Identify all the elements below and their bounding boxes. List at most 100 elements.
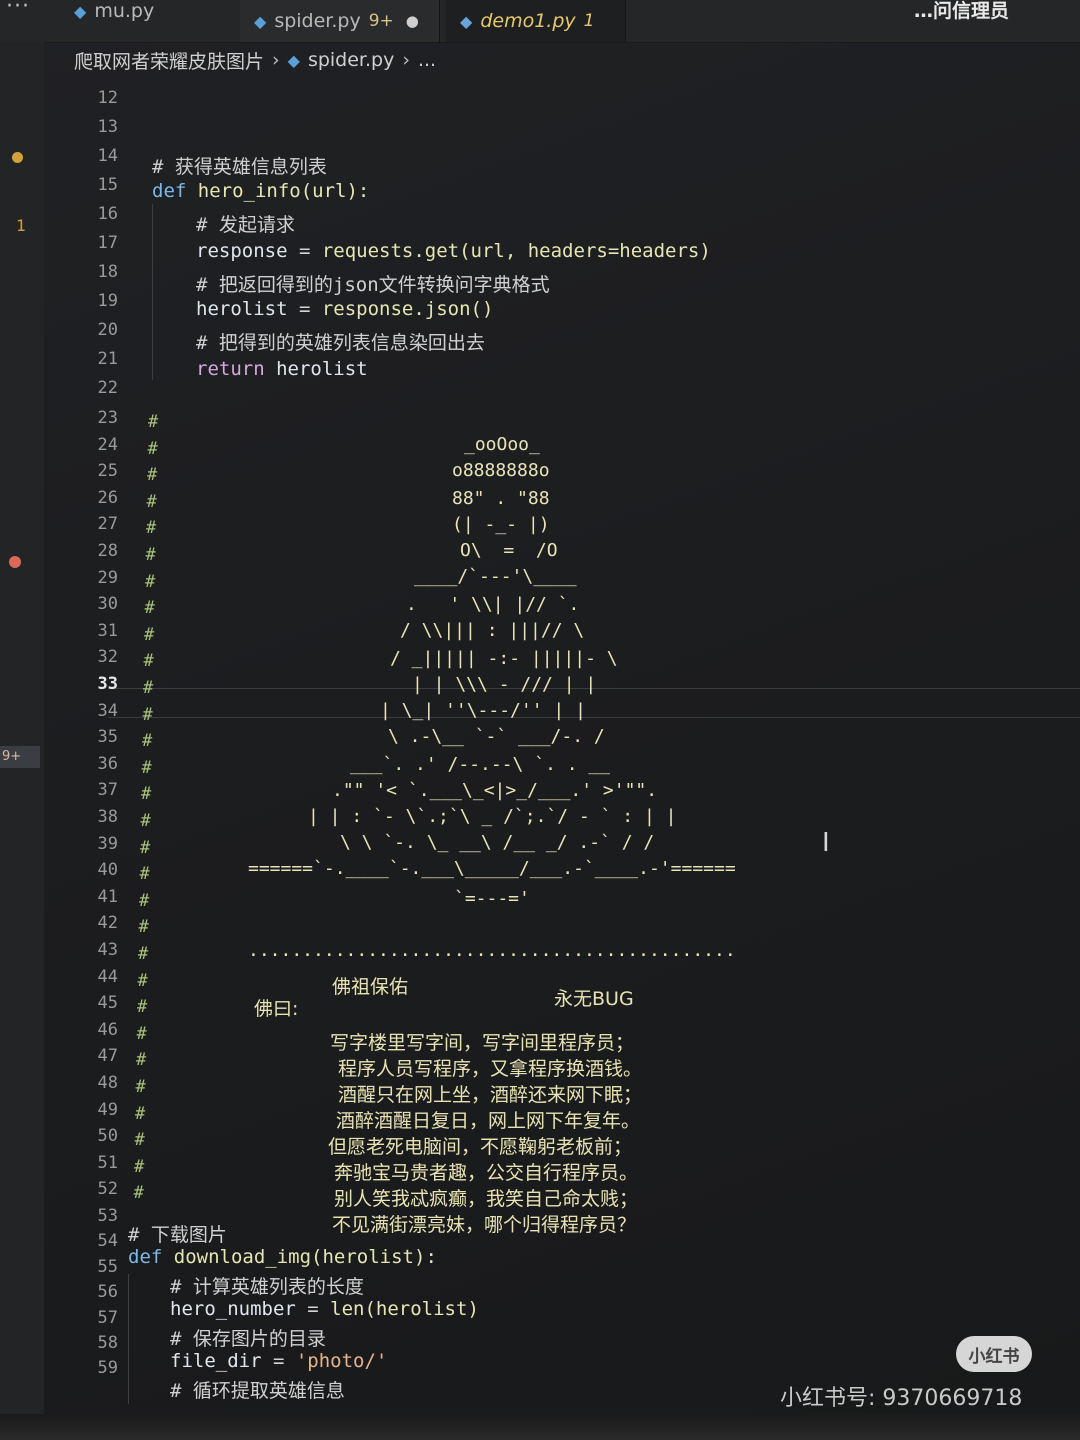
operator: = bbox=[287, 298, 322, 320]
variable: herolist bbox=[196, 298, 288, 320]
comment: # 循环提取英雄信息 bbox=[170, 1380, 345, 1402]
ascii-art-line: ."" '< `.___\_<|>_/___.' >'"". bbox=[332, 780, 658, 801]
tab-spider-py[interactable]: ◆ spider.py 9+ ● bbox=[240, 0, 440, 42]
blessing-text: 佛祖保佑 bbox=[332, 976, 409, 998]
ascii-art-line: | \_| ''\---/'' | | bbox=[380, 700, 586, 721]
ascii-art-line: O\ = /O bbox=[460, 540, 558, 561]
comment-hash: # bbox=[137, 997, 148, 1018]
comment: # 保存图片的目录 bbox=[170, 1328, 326, 1350]
chevron-right-icon: › bbox=[272, 49, 280, 71]
modified-dot-icon bbox=[12, 152, 23, 163]
call-expression: len(herolist) bbox=[330, 1298, 479, 1320]
function-def-line: def hero_info(url): bbox=[152, 180, 369, 202]
comment: # 下载图片 bbox=[128, 1224, 227, 1246]
comment-hash: # bbox=[144, 598, 155, 619]
poem-line: 写字楼里写字间，写字间里程序员； bbox=[330, 1032, 635, 1054]
comment-hash: # bbox=[134, 1130, 145, 1151]
keyword: def bbox=[152, 180, 187, 202]
comment-hash: # bbox=[140, 837, 151, 858]
return-line: return herolist bbox=[196, 358, 368, 380]
comment-hash: # bbox=[141, 757, 152, 778]
comment-hash: # bbox=[144, 624, 155, 645]
poem-line: 程序人员写程序，又拿程序换酒钱。 bbox=[338, 1058, 643, 1080]
breadcrumb-symbol[interactable]: ... bbox=[418, 49, 436, 71]
indent-guide bbox=[152, 204, 153, 380]
ascii-art-line: . ' \\| |// `. bbox=[406, 594, 580, 615]
poem-line: 奔驰宝马贵者趣，公交自行程序员。 bbox=[334, 1162, 639, 1184]
comment: # 把返回得到的json文件转换问字典格式 bbox=[196, 274, 550, 296]
comment-hash: # bbox=[136, 1023, 147, 1044]
comment-hash: # bbox=[146, 518, 157, 539]
ascii-art-line: | | : `- \`.;`\ _ /`;.`/ - ` : | | bbox=[308, 806, 677, 827]
chevron-right-icon: › bbox=[402, 49, 410, 71]
comment-hash: # bbox=[145, 545, 156, 565]
comment: # 把得到的英雄列表信息染回出去 bbox=[196, 332, 485, 354]
ascii-art-line: 88" . "88 bbox=[452, 488, 550, 509]
function-def-line: def download_img(herolist): bbox=[128, 1246, 437, 1268]
string-literal: 'photo/' bbox=[295, 1350, 388, 1372]
keyword: def bbox=[128, 1246, 163, 1268]
unsaved-dot-icon[interactable]: ● bbox=[406, 12, 419, 30]
buddha-says-text: 佛曰: bbox=[254, 998, 299, 1020]
comment-hash: # bbox=[137, 970, 148, 991]
comment-hash: # bbox=[145, 571, 156, 592]
poem-line: 酒醒只在网上坐，酒醉还来网下眠； bbox=[338, 1084, 643, 1106]
ascii-art-line: ........................................… bbox=[248, 940, 736, 961]
call-expression: requests.get(url, headers=headers) bbox=[321, 240, 711, 262]
screen-bottom-edge bbox=[0, 1414, 1080, 1440]
indent-guide bbox=[128, 1274, 129, 1404]
tab-label: demo1.py bbox=[480, 10, 576, 32]
code-line: herolist = response.json() bbox=[196, 298, 493, 320]
comment-hash: # bbox=[141, 784, 152, 805]
ascii-art-line: ____/`---'\____ bbox=[414, 566, 577, 587]
ascii-art-line: / \\||| : |||// \ bbox=[400, 620, 585, 641]
comment: # 发起请求 bbox=[196, 214, 295, 236]
tab-demo1-py[interactable]: ◆ demo1.py 1 bbox=[446, 0, 626, 42]
ascii-art-line: (| -_- |) bbox=[452, 514, 550, 535]
code-line: response = requests.get(url, headers=hea… bbox=[196, 240, 711, 262]
warning-count: 1 bbox=[16, 216, 26, 235]
function-signature: download_img(herolist): bbox=[173, 1246, 437, 1268]
screen: ··· ◆ mu.py ◆ spider.py 9+ ● ◆ demo1.py … bbox=[0, 0, 1080, 1440]
comment-hash: # bbox=[142, 704, 153, 725]
ascii-art-line: ___`. .' /--.--\ `. . __ bbox=[350, 754, 611, 775]
operator: = bbox=[287, 240, 322, 262]
variable: herolist bbox=[276, 358, 368, 380]
comment-hash: # bbox=[135, 1103, 146, 1124]
comment-hash: # bbox=[138, 944, 149, 964]
code-editor[interactable]: 12 13 14 15 16 17 18 19 20 21 22 23 24 25 26 27 28 29 30 31… bbox=[44, 76, 1080, 1440]
breadcrumb-folder[interactable]: 爬取网者荣耀皮肤图片 bbox=[74, 47, 264, 74]
ascii-art-line: ======`-.____`-.___\_____/___.-`____.-'=… bbox=[248, 858, 736, 879]
tab-label: …问信理员 bbox=[914, 0, 1010, 22]
code-area[interactable]: # 获得英雄信息列表 def hero_info(url): # 发起请求 re… bbox=[44, 76, 1080, 1440]
function-signature: hero_info(url): bbox=[197, 180, 370, 202]
comment-hash: # bbox=[140, 811, 151, 831]
ascii-art-line: _ooOoo_ bbox=[464, 434, 540, 455]
problem-count-badge: 9+ bbox=[368, 11, 394, 31]
tab-truncated[interactable]: …问信理员 bbox=[900, 0, 1080, 30]
poem-line: 不见满街漂亮妹，哪个归得程序员？ bbox=[332, 1214, 637, 1236]
comment-hash: # bbox=[148, 412, 159, 432]
activity-bar: 1 9+ bbox=[0, 42, 44, 1440]
ascii-art-line: `=---=' bbox=[454, 888, 530, 909]
comment-hash: # bbox=[136, 1050, 147, 1071]
code-line: hero_number = len(herolist) bbox=[170, 1298, 479, 1320]
variable: hero_number bbox=[170, 1298, 296, 1320]
ascii-art-line: \ \ `-. \_ __\ /__ _/ .-` / / bbox=[340, 832, 655, 853]
problems-badge[interactable]: 9+ bbox=[0, 746, 40, 768]
comment-hash: # bbox=[143, 678, 154, 698]
call-expression: response.json() bbox=[321, 298, 494, 320]
python-file-icon: ◆ bbox=[460, 11, 473, 31]
text-cursor-icon: I bbox=[822, 828, 830, 858]
code-line: file_dir = 'photo/' bbox=[170, 1350, 387, 1372]
breadcrumb-file[interactable]: spider.py bbox=[308, 49, 394, 71]
comment-hash: # bbox=[142, 731, 153, 752]
comment-hash: # bbox=[147, 438, 158, 459]
comment-hash: # bbox=[133, 1183, 144, 1204]
python-file-icon: ◆ bbox=[74, 1, 87, 21]
more-actions-icon[interactable]: ··· bbox=[6, 0, 30, 19]
comment-hash: # bbox=[139, 890, 150, 911]
editor-tab-bar: ··· ◆ mu.py ◆ spider.py 9+ ● ◆ demo1.py … bbox=[0, 0, 1080, 43]
comment-hash: # bbox=[138, 917, 149, 938]
tab-mu-py[interactable]: ◆ mu.py bbox=[60, 0, 230, 32]
